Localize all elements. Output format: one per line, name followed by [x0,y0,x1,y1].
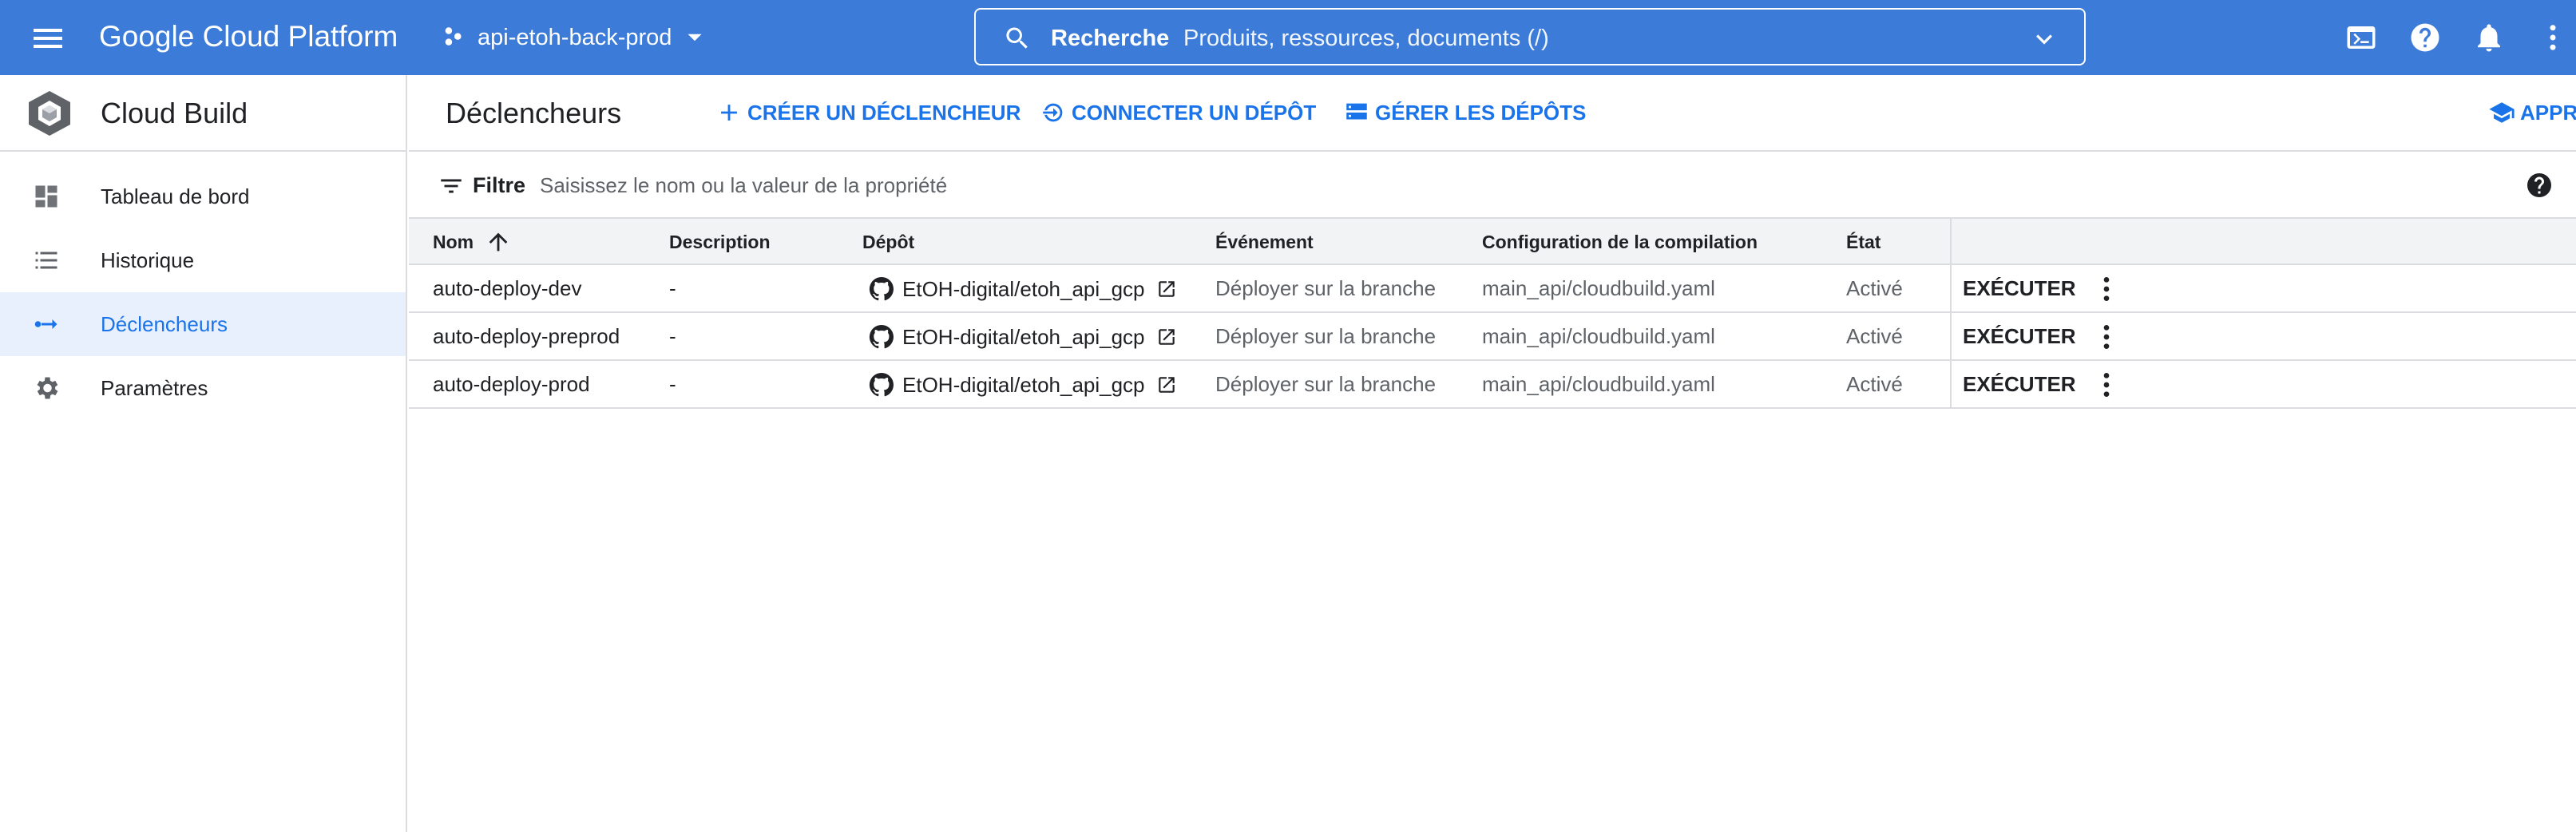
dropdown-arrow-icon [688,34,702,42]
chevron-down-icon[interactable] [2028,23,2060,55]
learn-button[interactable]: APPRI [2488,97,2576,128]
search-box[interactable]: Recherche Produits, ressources, document… [974,8,2086,65]
manage-repos-label: GÉRER LES DÉPÔTS [1375,101,1587,125]
trigger-description: - [669,276,676,300]
column-header-config[interactable]: Configuration de la compilation [1482,228,1758,256]
repo-name: EtOH-digital/etoh_api_gcp [902,373,1145,397]
project-name: api-etoh-back-prod [478,24,672,50]
external-link-icon [1158,281,1175,297]
column-header-repo[interactable]: Dépôt [862,228,914,256]
column-header-state[interactable]: État [1846,228,1880,256]
repo-link[interactable]: EtOH-digital/etoh_api_gcp [867,323,1177,351]
trigger-state: Activé [1846,372,1903,396]
table-row: auto-deploy-prod - EtOH-digital/etoh_api… [409,361,2576,409]
trigger-event: Déployer sur la branche [1215,324,1437,348]
help-circle-icon[interactable] [2525,171,2554,200]
trigger-description: - [669,324,676,348]
sidebar-item-dashboard[interactable]: Tableau de bord [0,164,406,228]
cloud-shell-icon[interactable] [2344,21,2378,54]
trigger-state: Activé [1846,324,1903,348]
learn-label: APPRI [2520,101,2576,125]
run-button[interactable]: EXÉCUTER [1963,275,2076,302]
trigger-config: main_api/cloudbuild.yaml [1482,324,1715,348]
dashboard-icon [35,185,57,208]
trigger-state: Activé [1846,276,1903,300]
top-app-bar: Google Cloud Platform api-etoh-back-prod… [0,0,2576,75]
left-sidebar: Cloud Build Tableau de bord Historique D… [0,75,407,832]
external-link-icon [1158,329,1175,345]
notifications-bell-icon[interactable] [2472,21,2506,54]
column-header-name[interactable]: Nom [433,228,512,256]
search-placeholder: Produits, ressources, documents (/) [1183,26,1549,51]
gear-icon [37,377,58,399]
sidebar-item-history[interactable]: Historique [0,228,406,292]
filter-input[interactable] [538,168,2295,203]
run-button[interactable]: EXÉCUTER [1963,323,2076,350]
more-vertical-icon[interactable] [2091,369,2122,401]
product-title: Cloud Build [101,97,248,129]
table-header: Nom Description Dépôt Événement Configur… [409,219,2576,265]
trigger-name[interactable]: auto-deploy-prod [433,370,590,398]
sidebar-item-label: Historique [101,248,195,272]
sidebar-item-label: Déclencheurs [101,312,228,336]
github-icon [869,276,894,301]
project-dots-icon [445,27,462,46]
repo-name: EtOH-digital/etoh_api_gcp [902,325,1145,349]
connect-repo-button[interactable]: CONNECTER UN DÉPÔT [1040,97,1316,128]
trigger-config: main_api/cloudbuild.yaml [1482,276,1715,300]
more-vertical-icon[interactable] [2536,21,2570,54]
table-row: auto-deploy-preprod - EtOH-digital/etoh_… [409,313,2576,361]
column-divider [1950,265,1952,313]
repo-link[interactable]: EtOH-digital/etoh_api_gcp [867,275,1177,303]
column-header-event[interactable]: Événement [1215,228,1314,256]
filter-icon [441,179,462,193]
column-divider [1950,219,1952,265]
page-title: Déclencheurs [446,97,622,129]
cloud-build-logo-icon [29,91,70,136]
github-icon [869,324,894,349]
help-icon[interactable] [2408,21,2442,54]
repo-name: EtOH-digital/etoh_api_gcp [902,277,1145,301]
page-header: Déclencheurs CRÉER UN DÉCLENCHEUR CONNEC… [409,75,2576,152]
repo-link[interactable]: EtOH-digital/etoh_api_gcp [867,370,1177,399]
more-vertical-icon[interactable] [2091,321,2122,353]
create-trigger-label: CRÉER UN DÉCLENCHEUR [747,101,1021,125]
project-selector[interactable]: api-etoh-back-prod [441,19,708,56]
github-icon [869,372,894,397]
column-divider [1950,313,1952,361]
table-row: auto-deploy-dev - EtOH-digital/etoh_api_… [409,265,2576,313]
create-trigger-button[interactable]: CRÉER UN DÉCLENCHEUR [715,97,1020,128]
school-icon [2489,102,2515,123]
column-header-description[interactable]: Description [669,228,771,256]
list-icon [35,252,57,269]
platform-brand[interactable]: Google Cloud Platform [99,18,398,56]
manage-repos-button[interactable]: GÉRER LES DÉPÔTS [1343,97,1586,128]
search-icon [1006,27,1028,49]
external-link-icon [1158,377,1175,393]
arrow-up-icon[interactable] [485,228,512,256]
trigger-event: Déployer sur la branche [1215,372,1437,396]
filter-bar: Filtre [409,152,2576,219]
trigger-config: main_api/cloudbuild.yaml [1482,372,1715,396]
sidebar-header: Cloud Build [0,75,406,152]
plus-icon [721,105,737,121]
sidebar-item-label: Tableau de bord [101,184,250,208]
connect-icon [1043,103,1063,122]
run-button[interactable]: EXÉCUTER [1963,370,2076,398]
filter-label: Filtre [473,173,526,197]
hamburger-menu-icon[interactable] [29,19,67,57]
connect-repo-label: CONNECTER UN DÉPÔT [1072,101,1317,125]
search-label: Recherche [1051,26,1170,51]
trigger-event: Déployer sur la branche [1215,276,1437,300]
column-divider [1950,361,1952,409]
more-vertical-icon[interactable] [2091,273,2122,305]
trigger-description: - [669,372,676,396]
sidebar-item-triggers[interactable]: Déclencheurs [0,292,406,356]
trigger-name[interactable]: auto-deploy-preprod [433,323,620,350]
trigger-name[interactable]: auto-deploy-dev [433,275,581,302]
trigger-arrow-icon [34,319,57,329]
storage-icon [1346,103,1367,120]
sidebar-item-label: Paramètres [101,376,208,400]
sidebar-item-settings[interactable]: Paramètres [0,356,406,420]
